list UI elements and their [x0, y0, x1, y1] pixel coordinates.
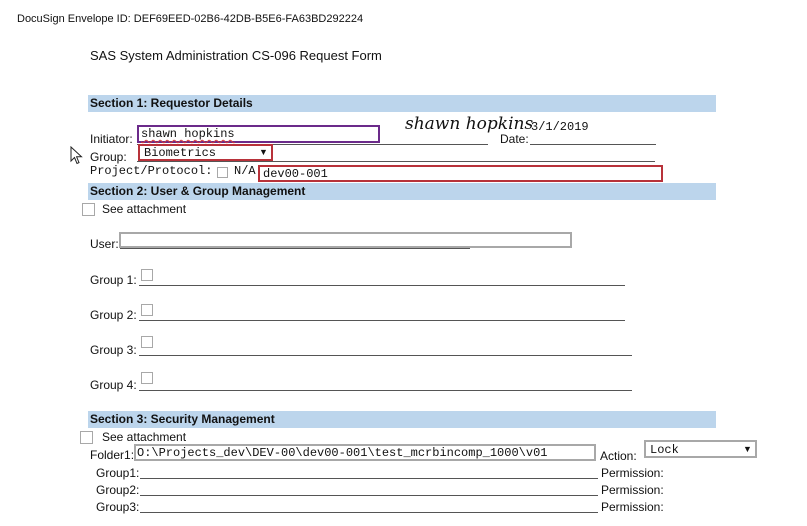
mouse-pointer-icon — [70, 146, 83, 165]
sec3-group1-underline — [140, 478, 598, 479]
sec3-group1-label: Group1: — [96, 466, 140, 480]
group3-label: Group 3: — [90, 343, 137, 357]
group-underline — [137, 161, 655, 162]
folder-label: Folder1: — [90, 448, 135, 462]
section1-header: Section 1: Requestor Details — [88, 95, 716, 112]
group2-underline — [139, 320, 625, 321]
chevron-down-icon: ▼ — [743, 444, 752, 454]
envelope-id: DocuSign Envelope ID: DEF69EED-02B6-42DB… — [17, 13, 364, 25]
section3-see-attachment-checkbox[interactable] — [80, 431, 93, 444]
group-value: Biometrics — [144, 146, 217, 160]
group2-label: Group 2: — [90, 308, 137, 322]
group1-underline — [139, 285, 625, 286]
group-select[interactable]: Biometrics ▼ — [138, 144, 273, 161]
group3-underline — [139, 355, 632, 356]
group3-checkbox[interactable] — [141, 336, 153, 348]
section3-header: Section 3: Security Management — [88, 411, 716, 428]
section3-title: Section 3: Security Management — [90, 412, 275, 426]
initiator-label: Initiator: — [90, 132, 133, 146]
project-value: dev00-001 — [263, 167, 328, 181]
form-title: SAS System Administration CS-096 Request… — [90, 48, 382, 63]
sec3-group3-underline — [140, 512, 598, 513]
section2-title: Section 2: User & Group Management — [90, 184, 306, 198]
sec3-group3-label: Group3: — [96, 500, 140, 514]
action-value: Lock — [650, 443, 679, 457]
sec3-group2-permission-label: Permission: — [601, 483, 664, 497]
project-label: Project/Protocol: — [90, 164, 213, 178]
sec3-group3-permission-label: Permission: — [601, 500, 664, 514]
group4-underline — [139, 390, 632, 391]
group1-label: Group 1: — [90, 273, 137, 287]
sec3-group2-underline — [140, 495, 598, 496]
chevron-down-icon: ▼ — [259, 147, 268, 157]
section2-see-attachment-label: See attachment — [102, 202, 187, 216]
date-value: 3/1/2019 — [531, 120, 589, 134]
group4-checkbox[interactable] — [141, 372, 153, 384]
na-checkbox[interactable] — [217, 167, 228, 178]
folder-field[interactable]: O:\Projects_dev\DEV-00\dev00-001\test_mc… — [134, 444, 596, 461]
user-field[interactable] — [119, 232, 572, 248]
sec3-group1-permission-label: Permission: — [601, 466, 664, 480]
group2-checkbox[interactable] — [141, 304, 153, 316]
sec3-group2-label: Group2: — [96, 483, 140, 497]
action-select[interactable]: Lock ▼ — [644, 440, 757, 458]
group-label: Group: — [90, 150, 127, 164]
group1-checkbox[interactable] — [141, 269, 153, 281]
section2-see-attachment-checkbox[interactable] — [82, 203, 95, 216]
user-label: User: — [90, 237, 119, 251]
section3-see-attachment-label: See attachment — [102, 430, 187, 444]
initiator-value: shawn hopkins — [141, 127, 235, 141]
na-label: N/A — [234, 164, 256, 178]
date-label: Date: — [500, 132, 529, 146]
initiator-field[interactable]: shawn hopkins — [137, 125, 380, 143]
user-underline — [120, 248, 470, 249]
signature: shawn hopkins — [405, 114, 534, 134]
section2-header: Section 2: User & Group Management — [88, 183, 716, 200]
date-underline — [530, 144, 656, 145]
project-field[interactable]: dev00-001 — [258, 165, 663, 182]
section1-title: Section 1: Requestor Details — [90, 96, 253, 110]
action-label: Action: — [600, 449, 637, 463]
group4-label: Group 4: — [90, 378, 137, 392]
folder-value: O:\Projects_dev\DEV-00\dev00-001\test_mc… — [137, 446, 548, 460]
